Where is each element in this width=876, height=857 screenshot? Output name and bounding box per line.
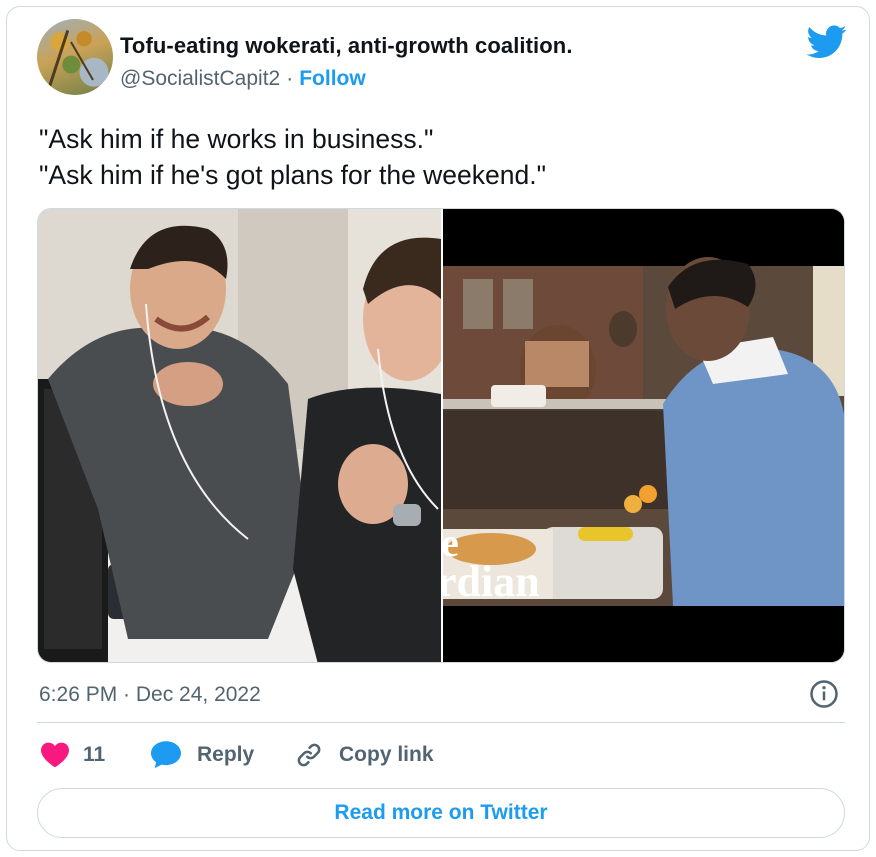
tweet-line-2: "Ask him if he's got plans for the weeke… (39, 160, 547, 190)
info-icon[interactable] (809, 679, 839, 709)
reply-button[interactable]: Reply (151, 735, 254, 775)
tweet-text: "Ask him if he works in business." "Ask … (39, 121, 546, 193)
heart-icon (41, 742, 69, 768)
handle-separator: · (286, 67, 294, 90)
copy-link-label: Copy link (339, 743, 434, 766)
like-count: 11 (83, 743, 106, 766)
reply-label: Reply (197, 743, 255, 766)
read-more-button[interactable]: Read more on Twitter (37, 788, 845, 838)
tweet-line-1: "Ask him if he works in business." (39, 124, 434, 154)
tweet-card: Tofu-eating wokerati, anti-growth coalit… (6, 6, 870, 851)
avatar[interactable] (37, 19, 113, 95)
watermark-text: rdian (443, 557, 540, 606)
twitter-bird-icon[interactable] (807, 25, 847, 59)
action-bar: 11 Reply Copy link (37, 735, 637, 775)
tweet-media[interactable]: e rdian (37, 208, 845, 663)
like-button[interactable]: 11 (41, 735, 105, 775)
author-handle[interactable]: @SocialistCapit2 (120, 67, 280, 90)
tweet-timestamp[interactable]: 6:26 PM · Dec 24, 2022 (39, 683, 261, 707)
divider-line (37, 722, 845, 723)
follow-link[interactable]: Follow (299, 67, 366, 90)
link-icon (297, 743, 321, 767)
author-display-name[interactable]: Tofu-eating wokerati, anti-growth coalit… (120, 33, 573, 59)
author-handle-line: @SocialistCapit2 · Follow (120, 67, 366, 91)
left-photo[interactable] (38, 209, 441, 663)
right-photo[interactable]: e rdian (443, 209, 845, 663)
speech-bubble-icon (151, 741, 181, 769)
copy-link-button[interactable]: Copy link (295, 735, 434, 775)
